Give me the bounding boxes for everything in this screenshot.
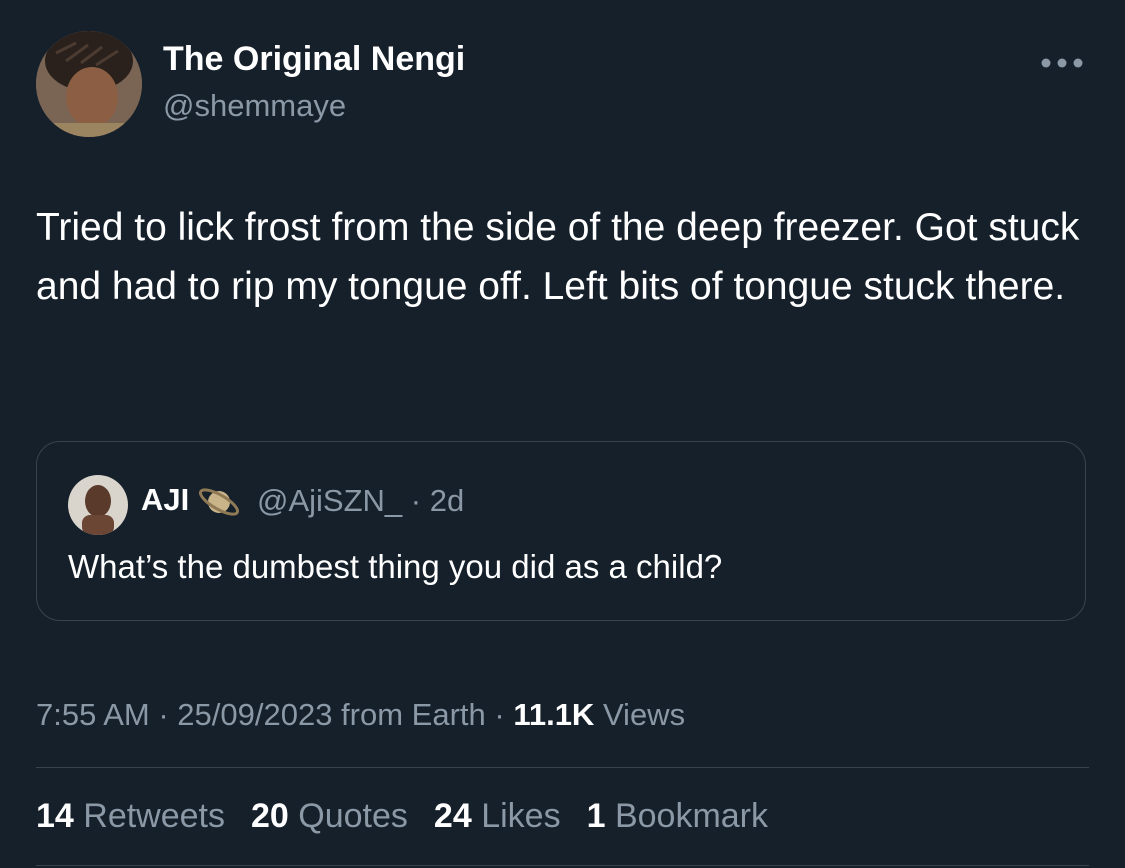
tweet-meta: 7:55 AM · 25/09/2023 from Earth · 11.1K … [36, 697, 685, 733]
divider [36, 865, 1089, 866]
likes-label: Likes [471, 797, 561, 835]
bookmarks-label: Bookmark [605, 797, 768, 835]
more-options-button[interactable] [1036, 48, 1088, 78]
retweets-count: 14 [36, 797, 74, 835]
views-label: Views [594, 697, 686, 732]
ringed-planet-icon [197, 482, 243, 522]
quotes-stat[interactable]: 20 Quotes [251, 797, 408, 836]
author-display-name[interactable]: The Original Nengi [163, 40, 465, 79]
author-avatar-image [36, 31, 142, 137]
quoted-author-name[interactable]: AJI [141, 482, 189, 518]
quoted-author-handle-time[interactable]: @AjiSZN_ · 2d [257, 483, 464, 519]
more-dots-icon [1041, 58, 1083, 68]
tweet-text: Tried to lick frost from the side of the… [36, 206, 1080, 308]
divider [36, 767, 1089, 768]
bookmarks-count: 1 [586, 797, 606, 835]
quoted-tweet-text: What’s the dumbest thing you did as a ch… [68, 548, 723, 585]
views-count: 11.1K [513, 697, 595, 732]
engagement-stats: 14 Retweets 20 Quotes 24 Likes 1 Bookmar… [36, 797, 768, 836]
likes-stat[interactable]: 24 Likes [434, 797, 561, 836]
quoted-author-avatar[interactable] [68, 475, 128, 535]
retweets-label: Retweets [73, 797, 226, 835]
quotes-label: Quotes [288, 797, 408, 835]
tweet-timestamp[interactable]: 7:55 AM · 25/09/2023 from Earth · [36, 697, 513, 732]
likes-count: 24 [433, 797, 472, 835]
quoted-tweet-card[interactable]: AJI @AjiSZN_ · 2d What’s the dumbest thi… [36, 441, 1086, 621]
author-handle[interactable]: @shemmaye [163, 88, 346, 124]
retweets-stat[interactable]: 14 Retweets [36, 797, 225, 836]
quoted-avatar-image [68, 475, 128, 535]
quotes-count: 20 [251, 797, 289, 835]
author-avatar[interactable] [36, 31, 142, 137]
bookmarks-stat[interactable]: 1 Bookmark [587, 797, 768, 836]
